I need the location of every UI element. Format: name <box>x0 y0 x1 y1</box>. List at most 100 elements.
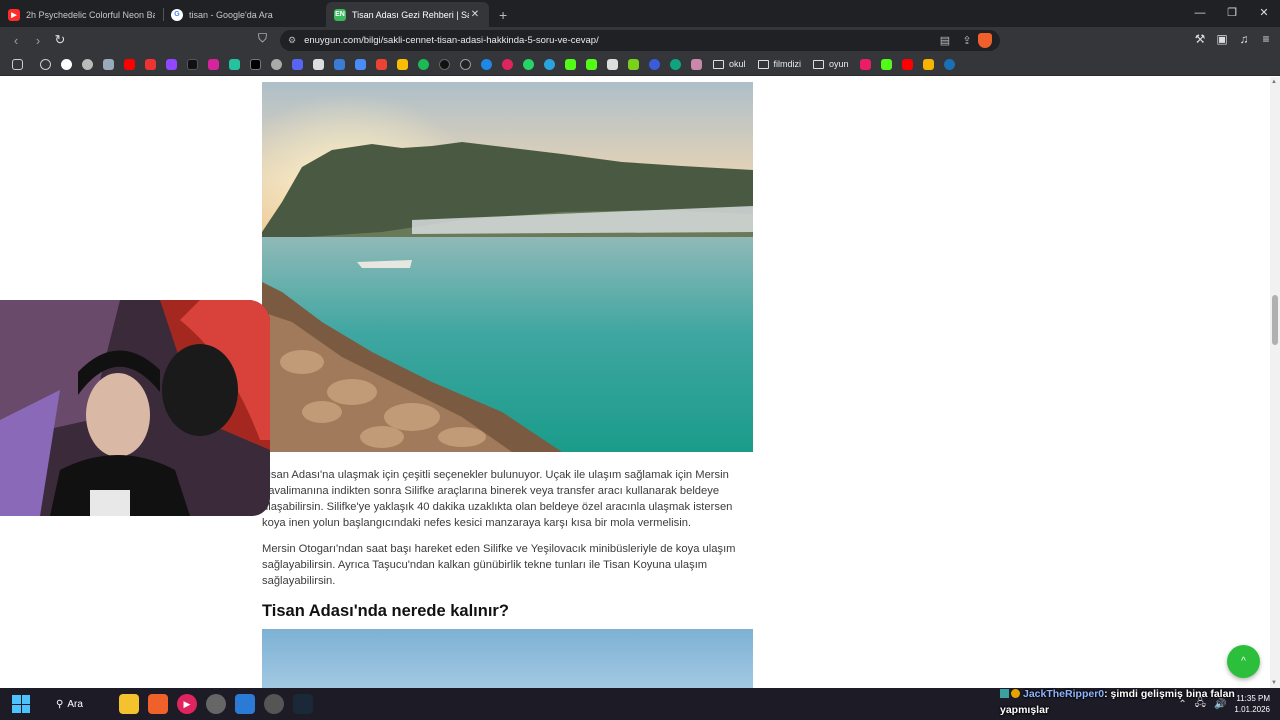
folder-icon <box>713 59 724 69</box>
star-bookmark-icon[interactable] <box>922 58 934 70</box>
bookmark-icon[interactable]: ⛉ <box>258 31 267 46</box>
bookmark-icon[interactable] <box>334 58 345 70</box>
search-icon: ⚲ <box>56 698 64 710</box>
bookmark-icon[interactable] <box>439 58 450 70</box>
app-bookmark-icon[interactable] <box>229 58 240 70</box>
url-text[interactable]: enuygun.com/bilgi/sakli-cennet-tisan-ada… <box>304 35 934 46</box>
obs-icon[interactable] <box>264 694 284 714</box>
close-window-icon[interactable]: ✕ <box>1248 0 1280 27</box>
media-icon[interactable]: ♫ <box>1236 32 1252 46</box>
gemini-bookmark-icon[interactable] <box>103 58 114 70</box>
youtube-bookmark-icon[interactable] <box>901 58 913 70</box>
back-icon[interactable]: ‹ <box>6 33 26 48</box>
tab-google[interactable]: G tisan - Google'da Ara <box>163 2 326 27</box>
bookmark-folder-filmdizi[interactable]: filmdizi <box>757 59 801 69</box>
bookmark-icon[interactable] <box>607 58 618 70</box>
extensions-icon[interactable]: ⚒ <box>1192 32 1208 46</box>
youtube-icon: ▶ <box>8 8 20 21</box>
tisan-bay-photo <box>262 82 753 452</box>
steam-icon[interactable] <box>293 694 313 714</box>
bookmark-icon[interactable] <box>859 58 871 70</box>
kick-bookmark-icon[interactable] <box>565 58 576 70</box>
scrollbar-track[interactable] <box>1270 77 1280 688</box>
taskbar-search[interactable]: ⚲ Ara <box>56 699 110 710</box>
enuygun-icon: EN <box>334 8 346 21</box>
steam-bookmark-icon[interactable] <box>271 58 282 70</box>
media-player-icon[interactable]: ▶ <box>177 694 197 714</box>
chatgpt-bookmark-icon[interactable] <box>82 58 93 70</box>
article-paragraph: Tisan Adası'na ulaşmak için çeşitli seçe… <box>262 469 733 529</box>
bookmark-icon[interactable] <box>670 58 681 70</box>
tiktok-bookmark-icon[interactable] <box>187 58 198 70</box>
forward-icon[interactable]: › <box>28 33 48 48</box>
share-icon[interactable]: ⇪ <box>956 34 978 47</box>
start-button[interactable] <box>12 695 30 713</box>
menu-icon[interactable]: ≡ <box>1258 32 1274 46</box>
reader-mode-icon[interactable]: ▤ <box>934 34 956 47</box>
tab-youtube[interactable]: ▶ 2h Psychedelic Colorful Neon Backgr <box>0 2 163 27</box>
kick-bookmark-icon[interactable] <box>586 58 597 70</box>
scroll-top-button[interactable]: ^ <box>1227 645 1260 678</box>
bookmark-folder-okul[interactable]: okul <box>713 59 746 69</box>
folder-icon <box>813 59 825 69</box>
chat-badge-icon <box>1011 689 1020 698</box>
bookmark-icon[interactable] <box>691 58 702 70</box>
telegram-bookmark-icon[interactable] <box>544 58 555 70</box>
bookmark-icon[interactable] <box>502 58 513 70</box>
bookmark-icon[interactable] <box>313 58 324 70</box>
twitch-bookmark-icon[interactable] <box>166 58 177 70</box>
github-bookmark-icon[interactable] <box>460 58 471 70</box>
file-explorer-icon[interactable] <box>119 694 139 714</box>
spotify-bookmark-icon[interactable] <box>418 58 429 70</box>
gmail-bookmark-icon[interactable] <box>376 58 387 70</box>
youtube-bookmark-icon[interactable] <box>124 58 135 70</box>
reload-icon[interactable]: ↻ <box>50 32 70 48</box>
scroll-up-icon[interactable]: ▲ <box>1271 79 1277 85</box>
history-icon[interactable] <box>40 58 51 70</box>
scroll-down-icon[interactable]: ▼ <box>1271 680 1277 686</box>
tab-enuygun[interactable]: EN Tisan Adası Gezi Rehberi | Saklı C ✕ <box>326 2 489 27</box>
browser-toolbar: ‹ › ↻ ⛉ ⚙ enuygun.com/bilgi/sakli-cennet… <box>0 27 1280 53</box>
new-tab-button[interactable]: + <box>489 7 517 27</box>
photos-icon[interactable] <box>235 694 255 714</box>
whatsapp-bookmark-icon[interactable] <box>523 58 534 70</box>
brave-icon[interactable] <box>148 694 168 714</box>
instagram-bookmark-icon[interactable] <box>208 58 219 70</box>
tab-title: 2h Psychedelic Colorful Neon Backgr <box>26 9 155 20</box>
article-image <box>262 629 753 688</box>
webcam-overlay <box>0 300 270 516</box>
scrollbar-thumb[interactable] <box>1272 295 1278 345</box>
bookmark-folder-oyun[interactable]: oyun <box>813 59 849 69</box>
app-icon[interactable] <box>206 694 226 714</box>
bookmark-icon[interactable] <box>481 58 492 70</box>
bookmarks-bar: okul filmdizi oyun <box>0 53 1280 76</box>
apps-icon[interactable] <box>12 58 23 70</box>
sidebar-icon[interactable]: ▣ <box>1214 32 1230 46</box>
docs-bookmark-icon[interactable] <box>355 58 366 70</box>
close-tab-icon[interactable]: ✕ <box>469 9 481 20</box>
google-icon: G <box>171 8 183 21</box>
address-bar[interactable]: ⚙ enuygun.com/bilgi/sakli-cennet-tisan-a… <box>280 30 1000 51</box>
restore-icon[interactable]: ❐ <box>1216 0 1248 27</box>
brave-shields-icon[interactable] <box>978 33 992 48</box>
stream-chat-message: JackTheRipper0: şimdi gelişmiş bina fala… <box>1000 686 1250 718</box>
steam-bookmark-icon[interactable] <box>943 58 955 70</box>
kick-bookmark-icon[interactable] <box>880 58 892 70</box>
discord-bookmark-icon[interactable] <box>292 58 303 70</box>
tab-title: Tisan Adası Gezi Rehberi | Saklı C <box>352 9 469 20</box>
bookmark-icon[interactable] <box>628 58 639 70</box>
tab-strip: ▶ 2h Psychedelic Colorful Neon Backgr G … <box>0 0 1280 27</box>
article-paragraph: Mersin Otogarı'ndan saat başı hareket ed… <box>262 543 736 587</box>
drive-bookmark-icon[interactable] <box>397 58 408 70</box>
tab-title: tisan - Google'da Ara <box>189 9 273 20</box>
chat-badge-icon <box>1000 689 1009 698</box>
bookmark-icon[interactable] <box>649 58 660 70</box>
site-info-icon[interactable]: ⚙ <box>288 35 296 46</box>
chat-username: JackTheRipper0 <box>1023 688 1105 700</box>
minimize-icon[interactable]: — <box>1184 0 1216 27</box>
section-heading: Tisan Adası'nda nerede kalınır? <box>262 602 509 620</box>
x-bookmark-icon[interactable] <box>250 58 261 70</box>
google-bookmark-icon[interactable] <box>61 58 72 70</box>
youtube-music-bookmark-icon[interactable] <box>145 58 156 70</box>
window-controls: — ❐ ✕ <box>1184 0 1280 27</box>
